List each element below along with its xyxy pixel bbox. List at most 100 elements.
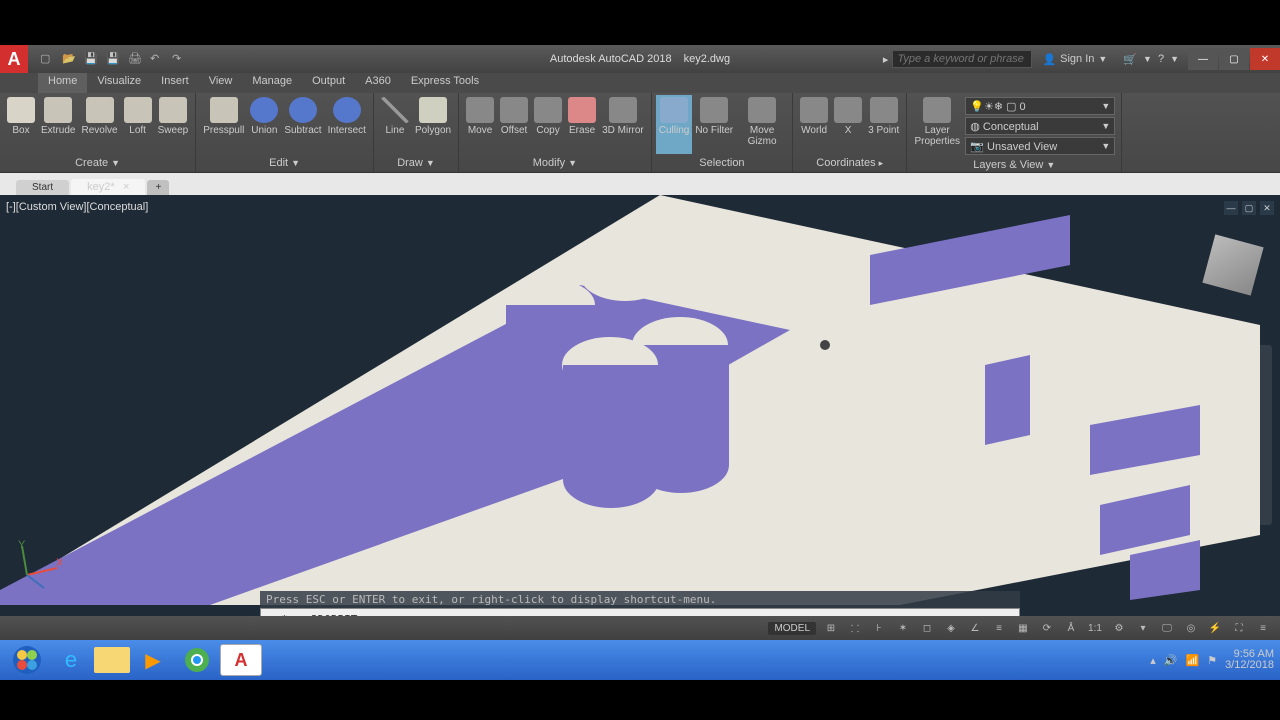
3dmirror-button[interactable]: 3D Mirror — [599, 95, 647, 154]
polygon-button[interactable]: Polygon — [412, 95, 454, 154]
viewport[interactable]: [-][Custom View][Conceptual] — ▢ ✕ WCS — [0, 195, 1280, 640]
tab-start[interactable]: Start — [16, 180, 69, 195]
scale-display[interactable]: 1:1 — [1086, 620, 1104, 636]
help-icon[interactable]: ? — [1158, 53, 1164, 65]
view-select[interactable]: 📷 Unsaved View▼ — [965, 137, 1115, 155]
tab-manage[interactable]: Manage — [242, 73, 302, 93]
osnap-icon[interactable]: ◻ — [918, 620, 936, 636]
3dosnap-icon[interactable]: ◈ — [942, 620, 960, 636]
monitor-icon[interactable]: 🖵 — [1158, 620, 1176, 636]
extrude-button[interactable]: Extrude — [38, 95, 78, 154]
tab-file-active[interactable]: key2* × — [71, 179, 145, 195]
annoscale-icon[interactable]: Å — [1062, 620, 1080, 636]
print-icon[interactable]: 🖨 — [128, 52, 142, 66]
move-button[interactable]: Move — [463, 95, 497, 154]
mirror-icon — [609, 97, 637, 123]
close-tab-icon[interactable]: × — [123, 181, 129, 193]
redo-icon[interactable]: ↷ — [172, 52, 186, 66]
maximize-button[interactable]: ▢ — [1219, 48, 1249, 70]
minimize-button[interactable]: — — [1188, 48, 1218, 70]
3point-button[interactable]: 3 Point — [865, 95, 902, 154]
tab-output[interactable]: Output — [302, 73, 355, 93]
intersect-icon — [333, 97, 361, 123]
tab-add[interactable]: + — [147, 180, 169, 195]
keyword-search-input[interactable] — [892, 50, 1032, 68]
tab-visualize[interactable]: Visualize — [87, 73, 151, 93]
x-icon — [834, 97, 862, 123]
box-button[interactable]: Box — [4, 95, 38, 154]
network-icon[interactable]: 📶 — [1185, 654, 1199, 667]
cycling-icon[interactable]: ⟳ — [1038, 620, 1056, 636]
lweight-icon[interactable]: ≡ — [990, 620, 1008, 636]
visualstyle-select[interactable]: ◍ Conceptual▼ — [965, 117, 1115, 135]
group-create-label[interactable]: Create▼ — [4, 154, 191, 172]
autocad-taskbar-icon[interactable]: A — [220, 644, 262, 676]
clock-date[interactable]: 3/12/2018 — [1225, 660, 1274, 671]
grid-icon[interactable]: ⊞ — [822, 620, 840, 636]
transparency-icon[interactable]: ▦ — [1014, 620, 1032, 636]
open-icon[interactable]: 📂 — [62, 52, 76, 66]
group-modify-label[interactable]: Modify▼ — [463, 154, 647, 172]
volume-icon[interactable]: 🔊 — [1164, 654, 1178, 667]
saveas-icon[interactable]: 💾 — [106, 52, 120, 66]
close-button[interactable]: ✕ — [1250, 48, 1280, 70]
ortho-icon[interactable]: ⊦ — [870, 620, 888, 636]
gear-icon[interactable]: ⚙ — [1110, 620, 1128, 636]
sweep-button[interactable]: Sweep — [155, 95, 192, 154]
presspull-button[interactable]: Presspull — [200, 95, 247, 154]
tab-home[interactable]: Home — [38, 73, 87, 93]
polar-icon[interactable]: ✶ — [894, 620, 912, 636]
snap-icon[interactable]: ⸬ — [846, 620, 864, 636]
loft-button[interactable]: Loft — [121, 95, 155, 154]
tab-insert[interactable]: Insert — [151, 73, 199, 93]
x-button[interactable]: X — [831, 95, 865, 154]
workspace-icon[interactable]: ▾ — [1134, 620, 1152, 636]
union-button[interactable]: Union — [247, 95, 281, 154]
tab-a360[interactable]: A360 — [355, 73, 401, 93]
chrome-icon[interactable] — [176, 644, 218, 676]
subtract-button[interactable]: Subtract — [281, 95, 324, 154]
erase-button[interactable]: Erase — [565, 95, 599, 154]
undo-icon[interactable]: ↶ — [150, 52, 164, 66]
group-coords-label[interactable]: Coordinates▸ — [797, 154, 902, 172]
save-icon[interactable]: 💾 — [84, 52, 98, 66]
revolve-button[interactable]: Revolve — [78, 95, 120, 154]
explorer-icon[interactable] — [94, 647, 130, 673]
hwacc-icon[interactable]: ⚡ — [1206, 620, 1224, 636]
ucs-icon: X Y — [12, 540, 62, 590]
flag-icon[interactable]: ⚑ — [1207, 654, 1217, 667]
group-layers-label[interactable]: Layers & View▼ — [911, 157, 1117, 172]
nofilter-button[interactable]: No Filter — [692, 95, 736, 154]
world-icon — [800, 97, 828, 123]
new-icon[interactable]: ▢ — [40, 52, 54, 66]
move-icon — [466, 97, 494, 123]
chevron-down-icon[interactable]: ▼ — [1170, 54, 1179, 64]
space-toggle[interactable]: MODEL — [768, 622, 816, 635]
tab-express-tools[interactable]: Express Tools — [401, 73, 489, 93]
exchange-icon[interactable]: 🛒 — [1123, 53, 1137, 66]
tab-view[interactable]: View — [199, 73, 243, 93]
wmp-icon[interactable]: ▶ — [132, 644, 174, 676]
offset-button[interactable]: Offset — [497, 95, 531, 154]
group-draw-label[interactable]: Draw▼ — [378, 154, 454, 172]
copy-button[interactable]: Copy — [531, 95, 565, 154]
otrack-icon[interactable]: ∠ — [966, 620, 984, 636]
world-button[interactable]: World — [797, 95, 831, 154]
intersect-button[interactable]: Intersect — [325, 95, 369, 154]
layer-select[interactable]: 💡☀❄ ▢ 0▼ — [965, 97, 1115, 115]
layerprops-button[interactable]: Layer Properties — [911, 95, 963, 157]
gizmo-button[interactable]: Move Gizmo — [736, 95, 788, 154]
group-edit-label[interactable]: Edit▼ — [200, 154, 369, 172]
signin-button[interactable]: 👤 Sign In ▼ — [1042, 53, 1107, 66]
tray-up-icon[interactable]: ▴ — [1150, 654, 1156, 667]
app-logo[interactable]: A — [0, 45, 28, 73]
line-button[interactable]: Line — [378, 95, 412, 154]
customize-icon[interactable]: ≡ — [1254, 620, 1272, 636]
start-button[interactable] — [6, 644, 48, 676]
cleanscreen-icon[interactable]: ⛶ — [1230, 620, 1248, 636]
culling-button[interactable]: Culling — [656, 95, 693, 154]
isolate-icon[interactable]: ◎ — [1182, 620, 1200, 636]
ie-icon[interactable]: e — [50, 644, 92, 676]
ribbon-tabs: Home Visualize Insert View Manage Output… — [0, 73, 1280, 93]
chevron-down-icon[interactable]: ▼ — [1143, 54, 1152, 64]
